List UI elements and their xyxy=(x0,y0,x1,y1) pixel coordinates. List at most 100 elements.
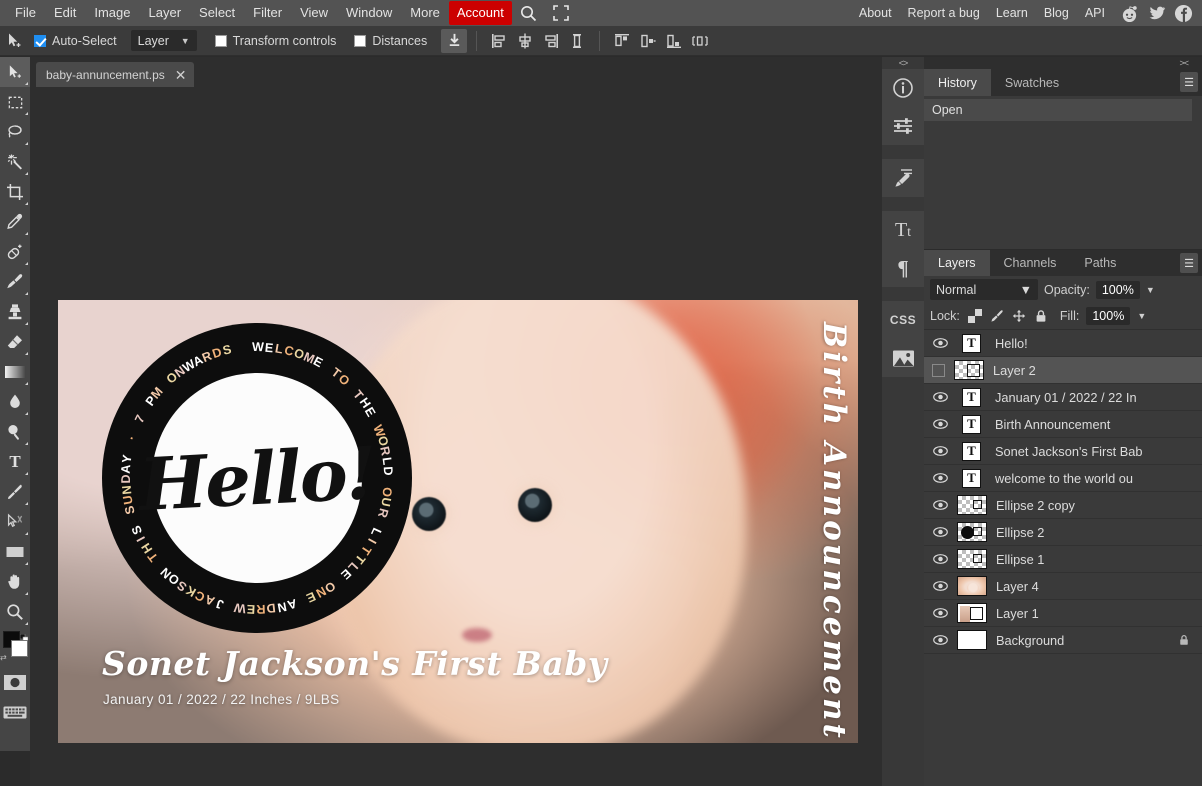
layer-row[interactable]: Layer 4 xyxy=(924,573,1202,600)
lasso-tool[interactable] xyxy=(0,117,30,147)
layer-row[interactable]: Layer 1 xyxy=(924,600,1202,627)
menu-item-account[interactable]: Account xyxy=(449,1,512,25)
lock-image-icon[interactable] xyxy=(990,309,1005,324)
gradient-tool[interactable] xyxy=(0,357,30,387)
move-tool-icon[interactable] xyxy=(0,26,30,56)
swap-colors-icon[interactable]: ⇄ xyxy=(0,653,7,662)
layer-visibility-toggle-off[interactable] xyxy=(932,364,945,377)
fill-value[interactable]: 100% xyxy=(1086,307,1130,325)
css-icon[interactable]: CSS xyxy=(882,301,924,339)
distribute-bottom-edges-icon[interactable] xyxy=(661,29,687,53)
artboard[interactable]: WELCOMETOTHEWORLDOURLITTLEONEANDREWJACKS… xyxy=(58,300,858,743)
layer-visibility-eye-icon[interactable] xyxy=(932,335,948,351)
layer-visibility-eye-icon[interactable] xyxy=(932,443,948,459)
transform-controls-checkbox[interactable]: Transform controls xyxy=(215,34,351,48)
layer-row[interactable]: THello! xyxy=(924,330,1202,357)
brush-preset-icon[interactable] xyxy=(882,159,924,197)
color-swatches[interactable]: ⇄ xyxy=(0,629,30,663)
circular-badge[interactable]: WELCOMETOTHEWORLDOURLITTLEONEANDREWJACKS… xyxy=(102,323,412,633)
menu-item-select[interactable]: Select xyxy=(190,1,244,25)
layer-row[interactable]: Ellipse 1 xyxy=(924,546,1202,573)
layer-thumbnail[interactable] xyxy=(957,522,987,542)
opacity-dropdown-icon[interactable]: ▼ xyxy=(1146,285,1155,295)
eyedropper-tool[interactable] xyxy=(0,207,30,237)
auto-select-scope-dropdown[interactable]: Layer ▼ xyxy=(131,30,197,51)
transform-controls-checkbox-box[interactable] xyxy=(215,35,227,47)
pen-tool[interactable] xyxy=(0,477,30,507)
zoom-tool[interactable] xyxy=(0,597,30,627)
type-tool[interactable]: T xyxy=(0,447,30,477)
tab-history[interactable]: History xyxy=(924,69,991,96)
path-selection-tool[interactable] xyxy=(0,507,30,537)
tab-layers[interactable]: Layers xyxy=(924,250,990,276)
twitter-icon[interactable] xyxy=(1145,2,1167,24)
menu-item-layer[interactable]: Layer xyxy=(140,1,191,25)
tab-channels[interactable]: Channels xyxy=(990,250,1071,276)
layer-row[interactable]: TBirth Announcement xyxy=(924,411,1202,438)
download-icon[interactable] xyxy=(441,29,467,53)
menu-item-more[interactable]: More xyxy=(401,1,449,25)
document-tab[interactable]: baby-annuncement.ps ✕ xyxy=(36,62,194,87)
search-icon[interactable] xyxy=(512,3,545,24)
layer-visibility-eye-icon[interactable] xyxy=(932,578,948,594)
lock-all-icon[interactable] xyxy=(1034,309,1049,324)
menu-item-blog[interactable]: Blog xyxy=(1036,1,1077,25)
layer-row[interactable]: Twelcome to the world ou xyxy=(924,465,1202,492)
clone-stamp-tool[interactable] xyxy=(0,297,30,327)
menu-item-learn[interactable]: Learn xyxy=(988,1,1036,25)
distances-checkbox-box[interactable] xyxy=(354,35,366,47)
layer-row[interactable]: Ellipse 2 copy xyxy=(924,492,1202,519)
layer-visibility-eye-icon[interactable] xyxy=(932,389,948,405)
background-color-swatch[interactable] xyxy=(11,640,28,657)
layer-visibility-eye-icon[interactable] xyxy=(932,632,948,648)
move-tool[interactable] xyxy=(0,57,30,87)
reddit-icon[interactable] xyxy=(1118,2,1140,24)
opacity-value[interactable]: 100% xyxy=(1096,281,1140,299)
layer-row[interactable]: TSonet Jackson's First Bab xyxy=(924,438,1202,465)
distribute-horizontal-icon[interactable] xyxy=(687,29,713,53)
layer-visibility-eye-icon[interactable] xyxy=(932,497,948,513)
healing-brush-tool[interactable] xyxy=(0,237,30,267)
menu-item-filter[interactable]: Filter xyxy=(244,1,291,25)
menu-item-about[interactable]: About xyxy=(851,1,900,25)
align-right-edges-icon[interactable] xyxy=(538,29,564,53)
quick-mask-icon[interactable] xyxy=(0,667,30,697)
distances-checkbox[interactable]: Distances xyxy=(354,34,441,48)
layer-visibility-eye-icon[interactable] xyxy=(932,524,948,540)
canvas-viewport[interactable]: WELCOMETOTHEWORLDOURLITTLEONEANDREWJACKS… xyxy=(30,87,882,786)
facebook-icon[interactable] xyxy=(1172,2,1194,24)
panel-menu-icon[interactable]: ☰ xyxy=(1180,72,1198,92)
history-collapse-icon[interactable]: >< xyxy=(924,57,1202,69)
blur-tool[interactable] xyxy=(0,387,30,417)
align-horizontal-centers-icon[interactable] xyxy=(512,29,538,53)
layer-row[interactable]: TJanuary 01 / 2022 / 22 In xyxy=(924,384,1202,411)
keyboard-icon[interactable] xyxy=(0,697,30,727)
layer-thumbnail[interactable] xyxy=(957,495,987,515)
rail-collapse-icon[interactable]: <> xyxy=(882,57,924,69)
image-icon[interactable] xyxy=(882,339,924,377)
layer-thumbnail[interactable] xyxy=(957,630,987,650)
menu-item-report-a-bug[interactable]: Report a bug xyxy=(900,1,988,25)
lock-transparency-icon[interactable] xyxy=(968,309,983,324)
default-colors-icon[interactable] xyxy=(20,629,28,637)
character-icon[interactable]: Tt xyxy=(882,211,924,249)
layer-thumbnail[interactable] xyxy=(954,360,984,380)
magic-wand-tool[interactable] xyxy=(0,147,30,177)
menu-item-view[interactable]: View xyxy=(291,1,337,25)
distribute-vertical-centers-icon[interactable] xyxy=(635,29,661,53)
hand-tool[interactable] xyxy=(0,567,30,597)
distribute-top-edges-icon[interactable] xyxy=(609,29,635,53)
layer-visibility-eye-icon[interactable] xyxy=(932,470,948,486)
layer-thumbnail[interactable] xyxy=(957,603,987,623)
brush-tool[interactable] xyxy=(0,267,30,297)
dodge-tool[interactable] xyxy=(0,417,30,447)
adjustments-icon[interactable] xyxy=(882,107,924,145)
layer-visibility-eye-icon[interactable] xyxy=(932,416,948,432)
align-left-edges-icon[interactable] xyxy=(486,29,512,53)
menu-item-file[interactable]: File xyxy=(6,1,45,25)
lock-position-icon[interactable] xyxy=(1012,309,1027,324)
layer-visibility-eye-icon[interactable] xyxy=(932,605,948,621)
layer-row[interactable]: Layer 2 xyxy=(924,357,1202,384)
menu-item-edit[interactable]: Edit xyxy=(45,1,85,25)
info-icon[interactable] xyxy=(882,69,924,107)
